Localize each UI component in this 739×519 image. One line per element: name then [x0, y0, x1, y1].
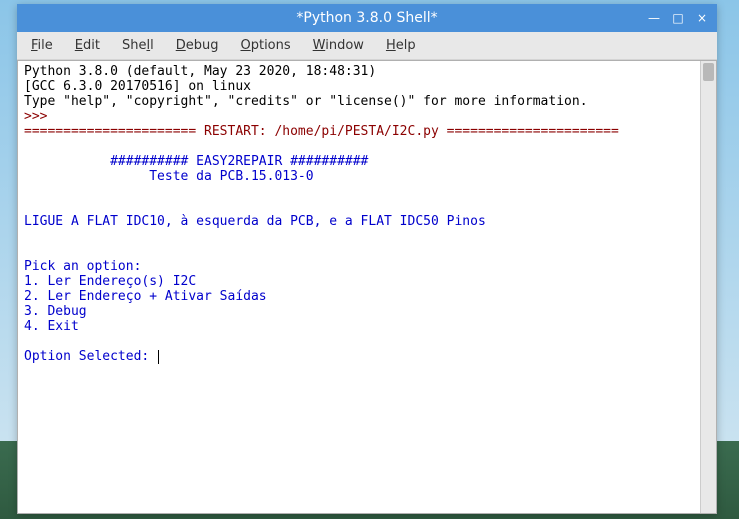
window-controls: — □ × — [643, 4, 713, 32]
menu-options[interactable]: Options — [236, 36, 294, 55]
interp-line: Type "help", "copyright", "credits" or "… — [24, 94, 588, 109]
menu-option: 2. Ler Endereço + Ativar Saídas — [24, 289, 267, 304]
menu-help[interactable]: Help — [382, 36, 420, 55]
maximize-button[interactable]: □ — [667, 7, 689, 29]
shell-window: *Python 3.8.0 Shell* — □ × File Edit She… — [17, 4, 717, 514]
menu-option: 1. Ler Endereço(s) I2C — [24, 274, 196, 289]
menu-debug[interactable]: Debug — [172, 36, 223, 55]
close-icon: × — [697, 11, 707, 25]
menubar: File Edit Shell Debug Options Window Hel… — [17, 32, 717, 60]
scroll-thumb[interactable] — [703, 63, 714, 81]
program-banner: ########## EASY2REPAIR ########## — [24, 154, 368, 169]
minimize-button[interactable]: — — [643, 7, 665, 29]
menu-edit[interactable]: Edit — [71, 36, 104, 55]
menu-shell[interactable]: Shell — [118, 36, 158, 55]
menu-file[interactable]: File — [27, 36, 57, 55]
window-title: *Python 3.8.0 Shell* — [296, 10, 437, 26]
vertical-scrollbar[interactable] — [700, 61, 716, 513]
program-banner: Teste da PCB.15.013-0 — [24, 169, 314, 184]
text-cursor — [158, 350, 159, 364]
menu-window[interactable]: Window — [309, 36, 368, 55]
interp-line: [GCC 6.3.0 20170516] on linux — [24, 79, 251, 94]
minimize-icon: — — [648, 11, 660, 25]
interp-line: Python 3.8.0 (default, May 23 2020, 18:4… — [24, 64, 376, 79]
instruction-text: LIGUE A FLAT IDC10, à esquerda da PCB, e… — [24, 214, 486, 229]
close-button[interactable]: × — [691, 7, 713, 29]
prompt: >>> — [24, 109, 55, 124]
menu-header: Pick an option: — [24, 259, 141, 274]
shell-output[interactable]: Python 3.8.0 (default, May 23 2020, 18:4… — [18, 61, 700, 513]
input-prompt: Option Selected: — [24, 349, 157, 364]
editor-area: Python 3.8.0 (default, May 23 2020, 18:4… — [17, 60, 717, 514]
maximize-icon: □ — [672, 11, 683, 25]
menu-option: 3. Debug — [24, 304, 87, 319]
titlebar[interactable]: *Python 3.8.0 Shell* — □ × — [17, 4, 717, 32]
restart-banner: ====================== RESTART: /home/pi… — [24, 124, 619, 139]
menu-option: 4. Exit — [24, 319, 79, 334]
